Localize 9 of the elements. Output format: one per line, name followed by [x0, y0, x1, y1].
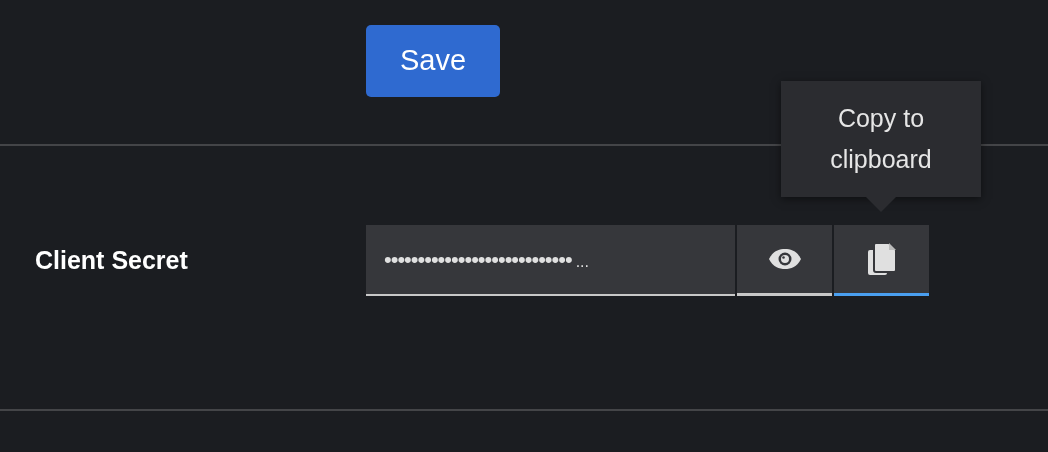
- show-password-button[interactable]: [737, 225, 832, 296]
- eye-icon: [767, 248, 802, 270]
- copy-button[interactable]: [834, 225, 929, 296]
- password-field[interactable]: •••••••••••••••••••••••••••• ...: [366, 225, 735, 296]
- copy-icon: [866, 242, 897, 276]
- tooltip: Copy to clipboard: [781, 81, 981, 197]
- field-label: Client Secret: [35, 244, 189, 276]
- save-button[interactable]: Save: [366, 25, 500, 97]
- tooltip-arrow: [866, 197, 896, 212]
